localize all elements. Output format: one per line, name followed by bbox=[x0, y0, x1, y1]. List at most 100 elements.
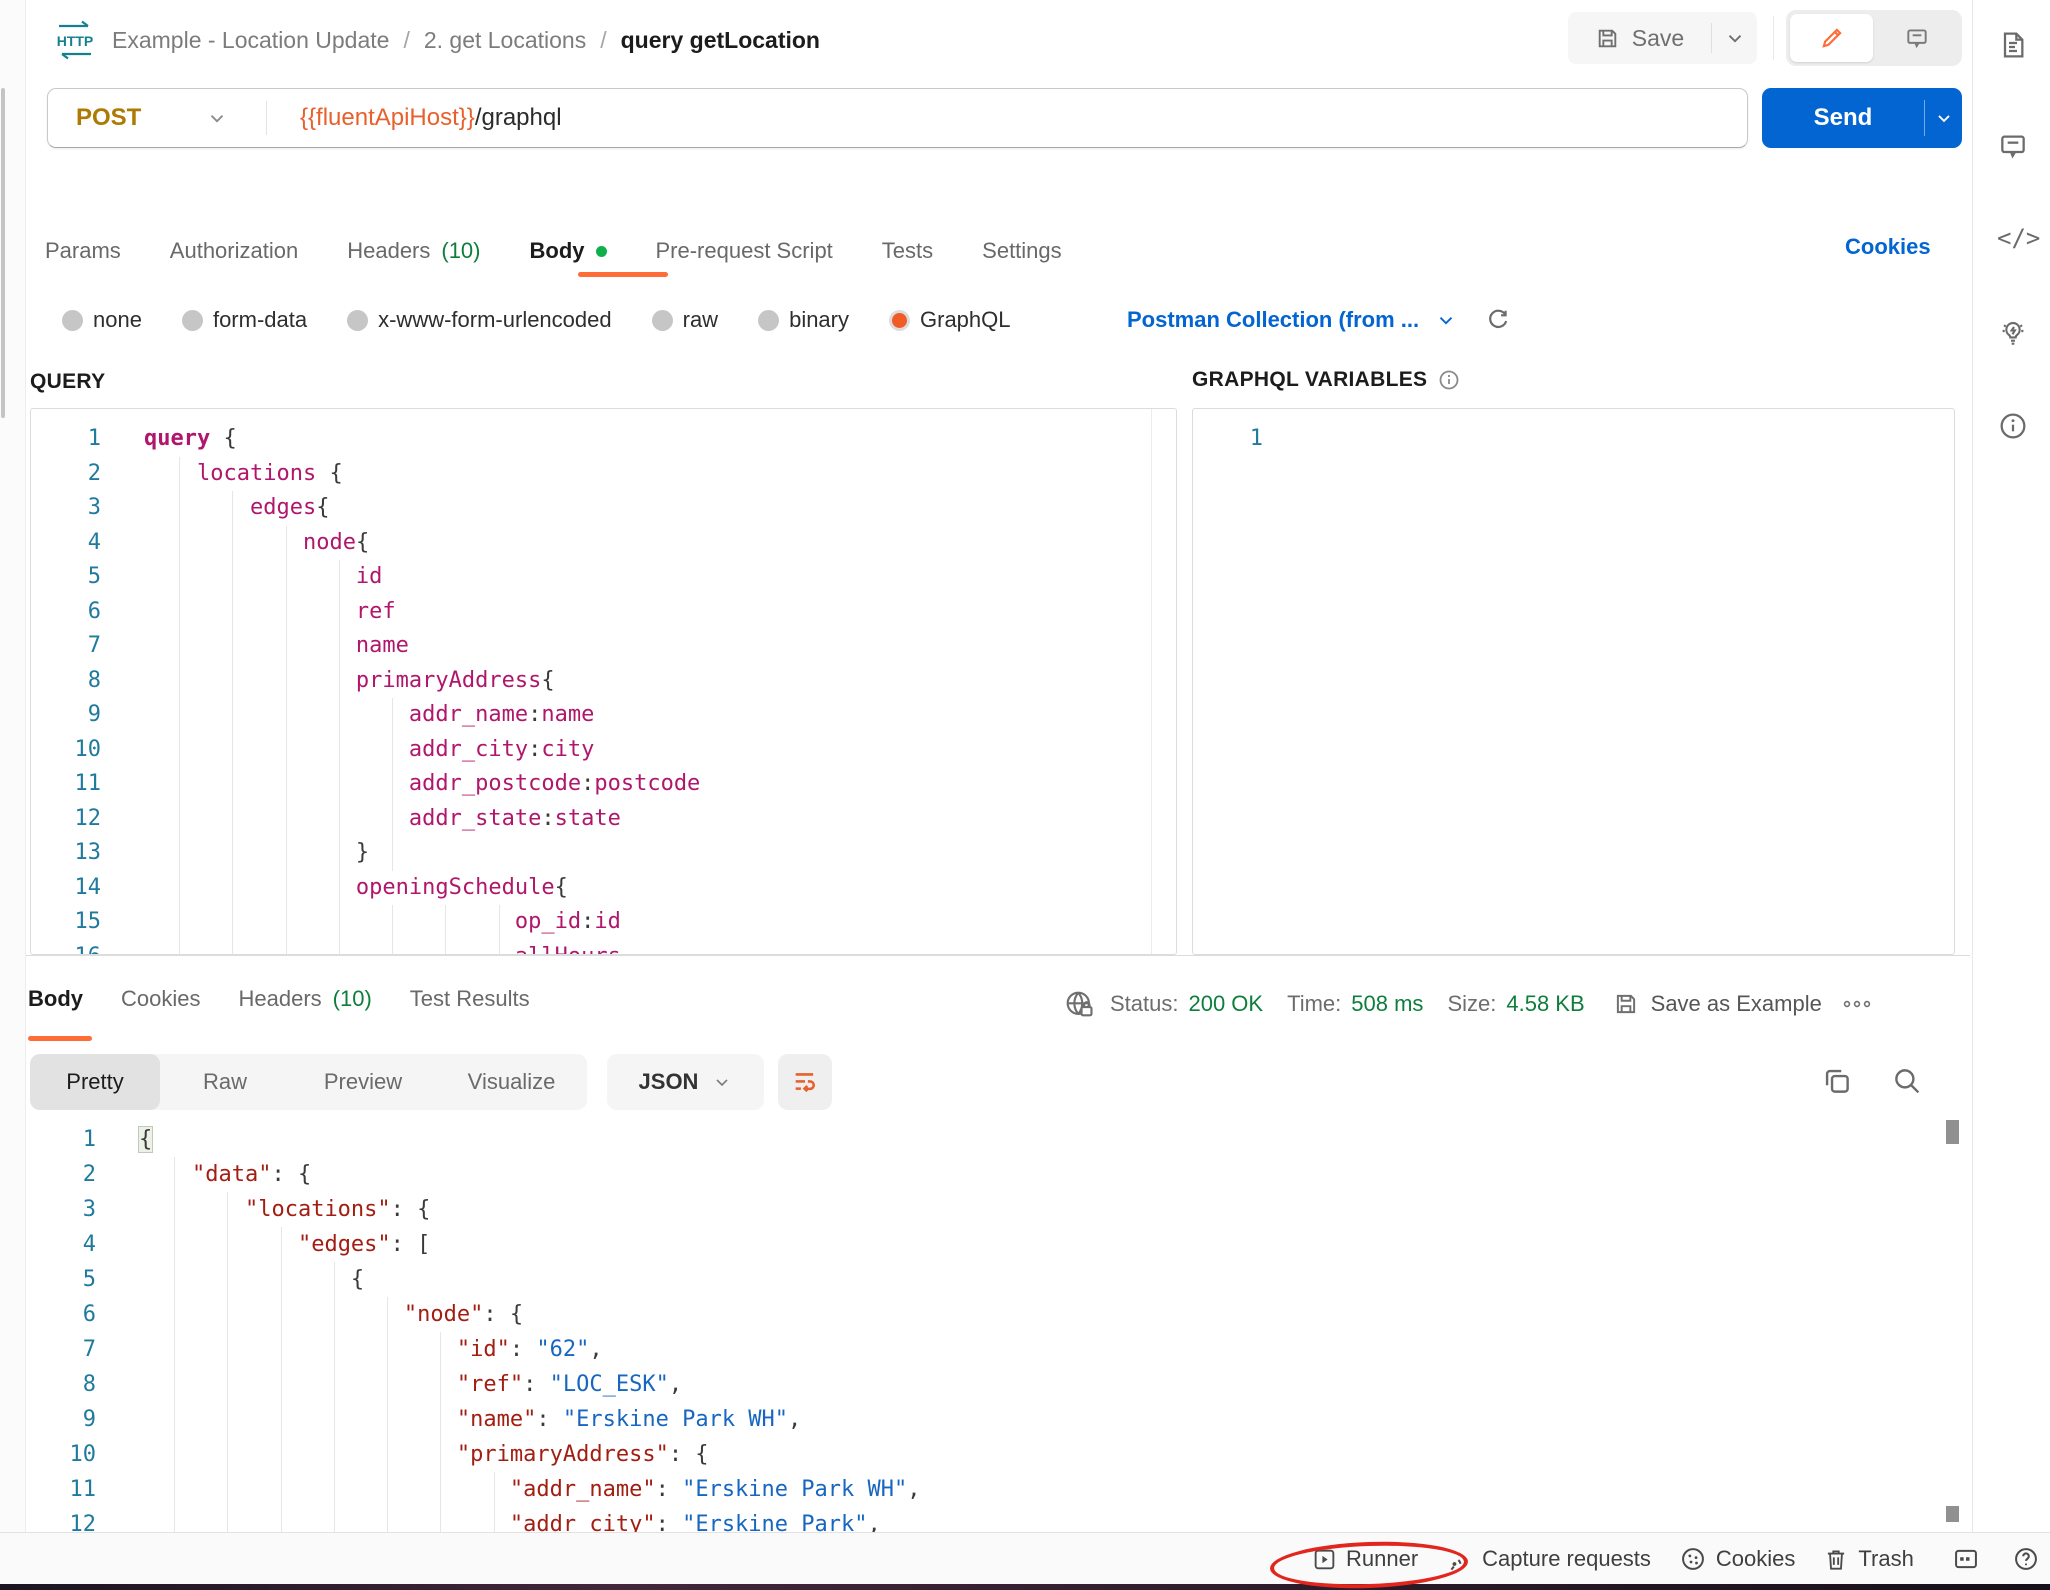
tab-pre-request-script[interactable]: Pre-request Script bbox=[656, 238, 833, 264]
copy-response-button[interactable] bbox=[1820, 1064, 1854, 1098]
code-line[interactable]: 10 "primaryAddress": { bbox=[26, 1437, 1946, 1472]
code-snippet-icon[interactable]: </> bbox=[1997, 224, 2040, 252]
comments-icon[interactable] bbox=[1997, 130, 2029, 162]
refresh-schema-icon[interactable] bbox=[1485, 307, 1511, 333]
code-line[interactable]: 10 addr_city:city bbox=[31, 733, 1176, 768]
search-response-button[interactable] bbox=[1890, 1064, 1924, 1098]
cookies-link[interactable]: Cookies bbox=[1845, 234, 1931, 260]
variables-editor-panel[interactable]: 1 bbox=[1192, 408, 1955, 955]
wrap-lines-button[interactable] bbox=[778, 1054, 832, 1110]
tab-body[interactable]: Body bbox=[530, 238, 607, 264]
save-button[interactable]: Save bbox=[1568, 12, 1711, 64]
two-pane-view-icon[interactable] bbox=[1952, 1545, 1980, 1573]
tab-settings[interactable]: Settings bbox=[982, 238, 1062, 264]
code-line[interactable]: 2 locations { bbox=[31, 457, 1176, 492]
response-tab-test-results[interactable]: Test Results bbox=[410, 986, 530, 1012]
graphql-query-editor[interactable]: 1 query {2 locations {3 edges{4 node{5 id… bbox=[31, 409, 1176, 954]
body-type-x-www-form-urlencoded[interactable]: x-www-form-urlencoded bbox=[347, 307, 612, 333]
code-line[interactable]: 12 addr_state:state bbox=[31, 802, 1176, 837]
info-icon[interactable] bbox=[1437, 368, 1461, 392]
code-line[interactable]: 8 primaryAddress{ bbox=[31, 664, 1176, 699]
comment-mode-button[interactable] bbox=[1875, 14, 1958, 62]
cookies-button[interactable]: Cookies bbox=[1679, 1545, 1795, 1573]
code-line[interactable]: 3 "locations": { bbox=[26, 1192, 1946, 1227]
info-icon[interactable] bbox=[1997, 410, 2029, 442]
code-line[interactable]: 5 id bbox=[31, 560, 1176, 595]
code-line[interactable]: 4 "edges": [ bbox=[26, 1227, 1946, 1262]
code-line[interactable]: 12 "addr_city": "Erskine Park", bbox=[26, 1507, 1946, 1532]
documentation-icon[interactable] bbox=[1997, 28, 2029, 62]
query-editor-panel[interactable]: 1 query {2 locations {3 edges{4 node{5 id… bbox=[30, 408, 1177, 955]
code-line[interactable]: 6 ref bbox=[31, 595, 1176, 630]
code-line[interactable]: 1 query { bbox=[31, 422, 1176, 457]
code-line[interactable]: 11 addr_postcode:postcode bbox=[31, 767, 1176, 802]
chevron-down-icon[interactable] bbox=[1435, 309, 1457, 331]
left-scrollbar-thumb[interactable] bbox=[1, 88, 5, 418]
send-button[interactable]: Send bbox=[1762, 104, 1924, 132]
code-line[interactable]: 15 op_id:id bbox=[31, 905, 1176, 940]
response-scrollbar-end[interactable] bbox=[1946, 1506, 1959, 1522]
capture-requests-button[interactable]: Capture requests bbox=[1446, 1546, 1651, 1573]
save-as-example-button[interactable]: Save as Example bbox=[1651, 991, 1822, 1017]
body-type-binary[interactable]: binary bbox=[758, 307, 849, 333]
code-text: "node": { bbox=[403, 1302, 524, 1327]
tab-headers[interactable]: Headers (10) bbox=[347, 238, 480, 264]
size-value[interactable]: 4.58 KB bbox=[1506, 991, 1584, 1017]
schema-dropdown[interactable]: Postman Collection (from ... bbox=[1127, 307, 1419, 333]
body-type-form-data[interactable]: form-data bbox=[181, 307, 307, 333]
code-line[interactable]: 11 "addr_name": "Erskine Park WH", bbox=[26, 1472, 1946, 1507]
code-line[interactable]: 2 "data": { bbox=[26, 1157, 1946, 1192]
response-scrollbar-thumb[interactable] bbox=[1946, 1120, 1959, 1144]
network-globe-icon[interactable] bbox=[1062, 987, 1096, 1021]
code-line[interactable]: 14 openingSchedule{ bbox=[31, 871, 1176, 906]
trash-button[interactable]: Trash bbox=[1823, 1546, 1914, 1573]
save-options-button[interactable] bbox=[1712, 12, 1757, 64]
time-value[interactable]: 508 ms bbox=[1351, 991, 1423, 1017]
view-tab-preview[interactable]: Preview bbox=[290, 1054, 436, 1110]
response-tab-cookies[interactable]: Cookies bbox=[121, 986, 200, 1012]
graphql-variables-editor[interactable]: 1 bbox=[1193, 409, 1954, 954]
code-line[interactable]: 4 node{ bbox=[31, 526, 1176, 561]
runner-icon bbox=[1312, 1547, 1337, 1572]
code-line[interactable]: 3 edges{ bbox=[31, 491, 1176, 526]
tab-authorization[interactable]: Authorization bbox=[170, 238, 298, 264]
code-line[interactable]: 13 } bbox=[31, 836, 1176, 871]
format-selector[interactable]: JSON bbox=[607, 1054, 764, 1110]
code-line[interactable]: 9 addr_name:name bbox=[31, 698, 1176, 733]
help-icon[interactable] bbox=[2012, 1545, 2040, 1573]
code-line[interactable]: 6 "node": { bbox=[26, 1297, 1946, 1332]
code-line[interactable]: 5 { bbox=[26, 1262, 1946, 1297]
url-input[interactable]: {{fluentApiHost}}/graphql bbox=[300, 104, 562, 132]
response-tab-body[interactable]: Body bbox=[28, 986, 83, 1012]
lightbulb-icon[interactable] bbox=[1997, 316, 2029, 350]
tab-params[interactable]: Params bbox=[45, 238, 121, 264]
method-selector[interactable]: POST bbox=[76, 104, 206, 132]
chevron-down-icon[interactable] bbox=[206, 107, 228, 129]
code-line[interactable]: 1 bbox=[1193, 422, 1954, 457]
code-line[interactable]: 9 "name": "Erskine Park WH", bbox=[26, 1402, 1946, 1437]
code-line[interactable]: 1{ bbox=[26, 1122, 1946, 1157]
code-line[interactable]: 8 "ref": "LOC_ESK", bbox=[26, 1367, 1946, 1402]
code-line[interactable]: 7 "id": "62", bbox=[26, 1332, 1946, 1367]
view-tab-visualize[interactable]: Visualize bbox=[436, 1054, 587, 1110]
status-value[interactable]: 200 OK bbox=[1188, 991, 1263, 1017]
code-line[interactable]: 7 name bbox=[31, 629, 1176, 664]
code-line[interactable]: 16 allHours bbox=[31, 940, 1176, 955]
breadcrumb-item-example-location-update[interactable]: Example - Location Update bbox=[112, 27, 389, 54]
body-type-none[interactable]: none bbox=[62, 307, 142, 333]
body-type-graphql[interactable]: GraphQL bbox=[889, 307, 1011, 333]
body-type-raw[interactable]: raw bbox=[651, 307, 718, 333]
response-tab-headers[interactable]: Headers (10) bbox=[238, 986, 371, 1012]
more-options-icon[interactable] bbox=[1842, 996, 1872, 1012]
edit-mode-button[interactable] bbox=[1790, 14, 1873, 62]
send-options-button[interactable] bbox=[1925, 108, 1962, 128]
view-tab-pretty[interactable]: Pretty bbox=[30, 1054, 160, 1110]
breadcrumb-item-2-get-locations[interactable]: 2. get Locations bbox=[424, 27, 586, 54]
tab-tests[interactable]: Tests bbox=[882, 238, 933, 264]
request-url-bar: POST {{fluentApiHost}}/graphql bbox=[47, 88, 1748, 148]
code-text: "locations": { bbox=[244, 1197, 431, 1222]
response-body-viewer[interactable]: 1{2 "data": {3 "locations": {4 "edges": … bbox=[26, 1112, 1946, 1532]
breadcrumb-item-query-getlocation[interactable]: query getLocation bbox=[621, 27, 820, 54]
view-tab-raw[interactable]: Raw bbox=[160, 1054, 290, 1110]
runner-button[interactable]: Runner bbox=[1312, 1546, 1418, 1572]
